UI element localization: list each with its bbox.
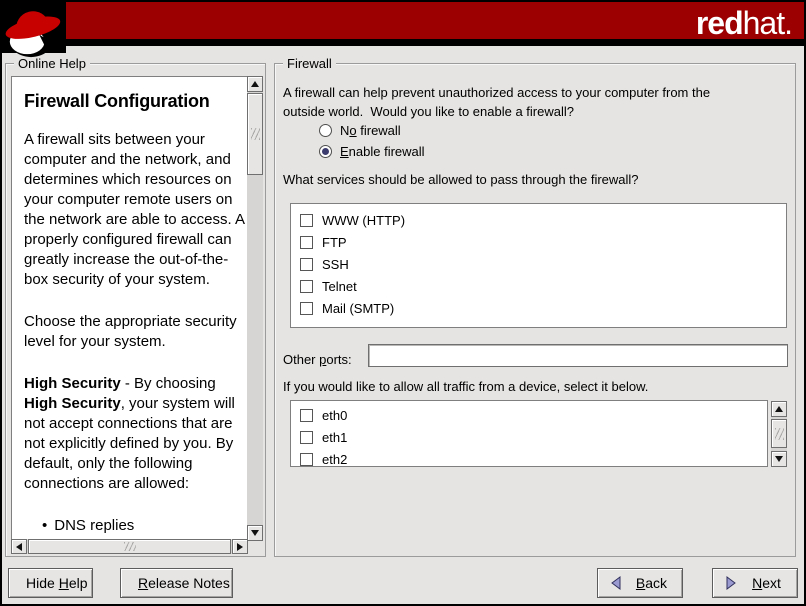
devices-scroll-down-button[interactable] — [771, 451, 787, 467]
bullet-dot: • — [42, 516, 47, 536]
redhat-wordmark: redhat. — [696, 6, 792, 40]
devices-scrollbar-track[interactable] — [771, 401, 787, 467]
service-row[interactable]: FTP — [291, 231, 786, 253]
checkbox-icon[interactable] — [300, 258, 313, 271]
service-row[interactable]: Mail (SMTP) — [291, 297, 786, 319]
next-button[interactable]: Next — [712, 568, 798, 598]
brand-light: hat. — [743, 5, 792, 41]
help-vscrollbar-thumb[interactable] — [247, 93, 263, 175]
help-bullet-item: • DNS replies — [24, 516, 245, 536]
back-button[interactable]: Back — [597, 568, 683, 598]
bullet-text: DNS replies — [54, 516, 134, 536]
other-ports-label: Other ports: — [283, 350, 352, 369]
thumb-grip-icon — [124, 542, 136, 551]
checkbox-icon[interactable] — [300, 431, 313, 444]
help-text-1: - By choosing — [121, 375, 216, 392]
firewall-intro-line2: outside world. Would you like to enable … — [283, 102, 574, 121]
service-row[interactable]: Telnet — [291, 275, 786, 297]
radio-enable-firewall-label: Enable firewall — [340, 144, 425, 159]
help-vscrollbar-track[interactable] — [247, 76, 263, 541]
services-list[interactable]: WWW (HTTP) FTP SSH Telnet Mail (SMTP) — [290, 203, 787, 328]
help-hscrollbar-track[interactable] — [11, 539, 248, 554]
hide-help-label: Hide Help — [26, 575, 88, 591]
help-bold-1: High Security — [24, 375, 121, 392]
radio-enable-firewall[interactable]: Enable firewall — [319, 144, 425, 159]
devices-scrollbar-thumb[interactable] — [771, 419, 787, 448]
checkbox-icon[interactable] — [300, 236, 313, 249]
down-arrow-icon — [775, 456, 783, 462]
up-arrow-icon — [251, 81, 259, 87]
release-notes-label: Release Notes — [138, 575, 230, 591]
firewall-frame: Firewall A firewall can help prevent una… — [274, 63, 796, 557]
devices-scroll-up-button[interactable] — [771, 401, 787, 417]
help-scroll-down-button[interactable] — [247, 525, 263, 541]
firewall-frame-label: Firewall — [283, 56, 336, 72]
help-bold-2: High Security — [24, 395, 121, 412]
radio-no-firewall-label: No firewall — [340, 123, 401, 138]
radio-button-icon[interactable] — [319, 124, 332, 137]
help-text-panel: Firewall Configuration A firewall sits b… — [11, 76, 248, 541]
checkbox-icon[interactable] — [300, 453, 313, 466]
header-banner — [0, 0, 806, 46]
hide-help-button[interactable]: Hide Help — [8, 568, 93, 598]
right-arrow-icon — [237, 543, 243, 551]
service-label: WWW (HTTP) — [322, 213, 405, 228]
help-scroll-left-button[interactable] — [11, 539, 27, 554]
help-scroll-up-button[interactable] — [247, 76, 263, 92]
radio-button-selected-icon[interactable] — [319, 145, 332, 158]
checkbox-icon[interactable] — [300, 280, 313, 293]
back-arrow-icon — [608, 575, 624, 591]
device-label: eth0 — [322, 408, 347, 423]
device-row[interactable]: eth0 — [291, 404, 767, 426]
device-row[interactable]: eth1 — [291, 426, 767, 448]
help-paragraph-3: High Security - By choosing High Securit… — [24, 374, 245, 494]
next-arrow-icon — [723, 575, 739, 591]
help-paragraph-1: A firewall sits between your computer an… — [24, 130, 245, 290]
help-hscrollbar-thumb[interactable] — [28, 539, 231, 554]
next-label: Next — [746, 575, 787, 591]
checkbox-icon[interactable] — [300, 409, 313, 422]
online-help-frame: Online Help Firewall Configuration A fir… — [5, 63, 266, 557]
radio-no-firewall[interactable]: No firewall — [319, 123, 401, 138]
checkbox-icon[interactable] — [300, 302, 313, 315]
service-label: Telnet — [322, 279, 357, 294]
service-label: FTP — [322, 235, 347, 250]
down-arrow-icon — [251, 530, 259, 536]
service-row[interactable]: SSH — [291, 253, 786, 275]
other-ports-input[interactable] — [368, 344, 788, 367]
services-question: What services should be allowed to pass … — [283, 170, 639, 189]
brand-bold: red — [696, 5, 743, 41]
device-label: eth1 — [322, 430, 347, 445]
device-label: eth2 — [322, 452, 347, 467]
help-paragraph-2: Choose the appropriate security level fo… — [24, 312, 245, 352]
device-row[interactable]: eth2 — [291, 448, 767, 467]
firewall-intro-line1: A firewall can help prevent unauthorized… — [283, 83, 710, 102]
redhat-shadowman-icon — [2, 1, 64, 59]
help-bullet-list: • DNS replies — [24, 516, 247, 536]
devices-list[interactable]: eth0 eth1 eth2 — [290, 400, 768, 467]
thumb-grip-icon — [251, 128, 260, 140]
devices-question: If you would like to allow all traffic f… — [283, 377, 648, 396]
service-row[interactable]: WWW (HTTP) — [291, 209, 786, 231]
up-arrow-icon — [775, 406, 783, 412]
checkbox-icon[interactable] — [300, 214, 313, 227]
help-scroll-right-button[interactable] — [232, 539, 248, 554]
left-arrow-icon — [16, 543, 22, 551]
help-title: Firewall Configuration — [24, 91, 247, 112]
thumb-grip-icon — [775, 428, 784, 440]
installer-window: redhat. Online Help Firewall Configurati… — [0, 0, 806, 606]
service-label: SSH — [322, 257, 349, 272]
back-label: Back — [631, 575, 672, 591]
release-notes-button[interactable]: Release Notes — [120, 568, 233, 598]
service-label: Mail (SMTP) — [322, 301, 394, 316]
